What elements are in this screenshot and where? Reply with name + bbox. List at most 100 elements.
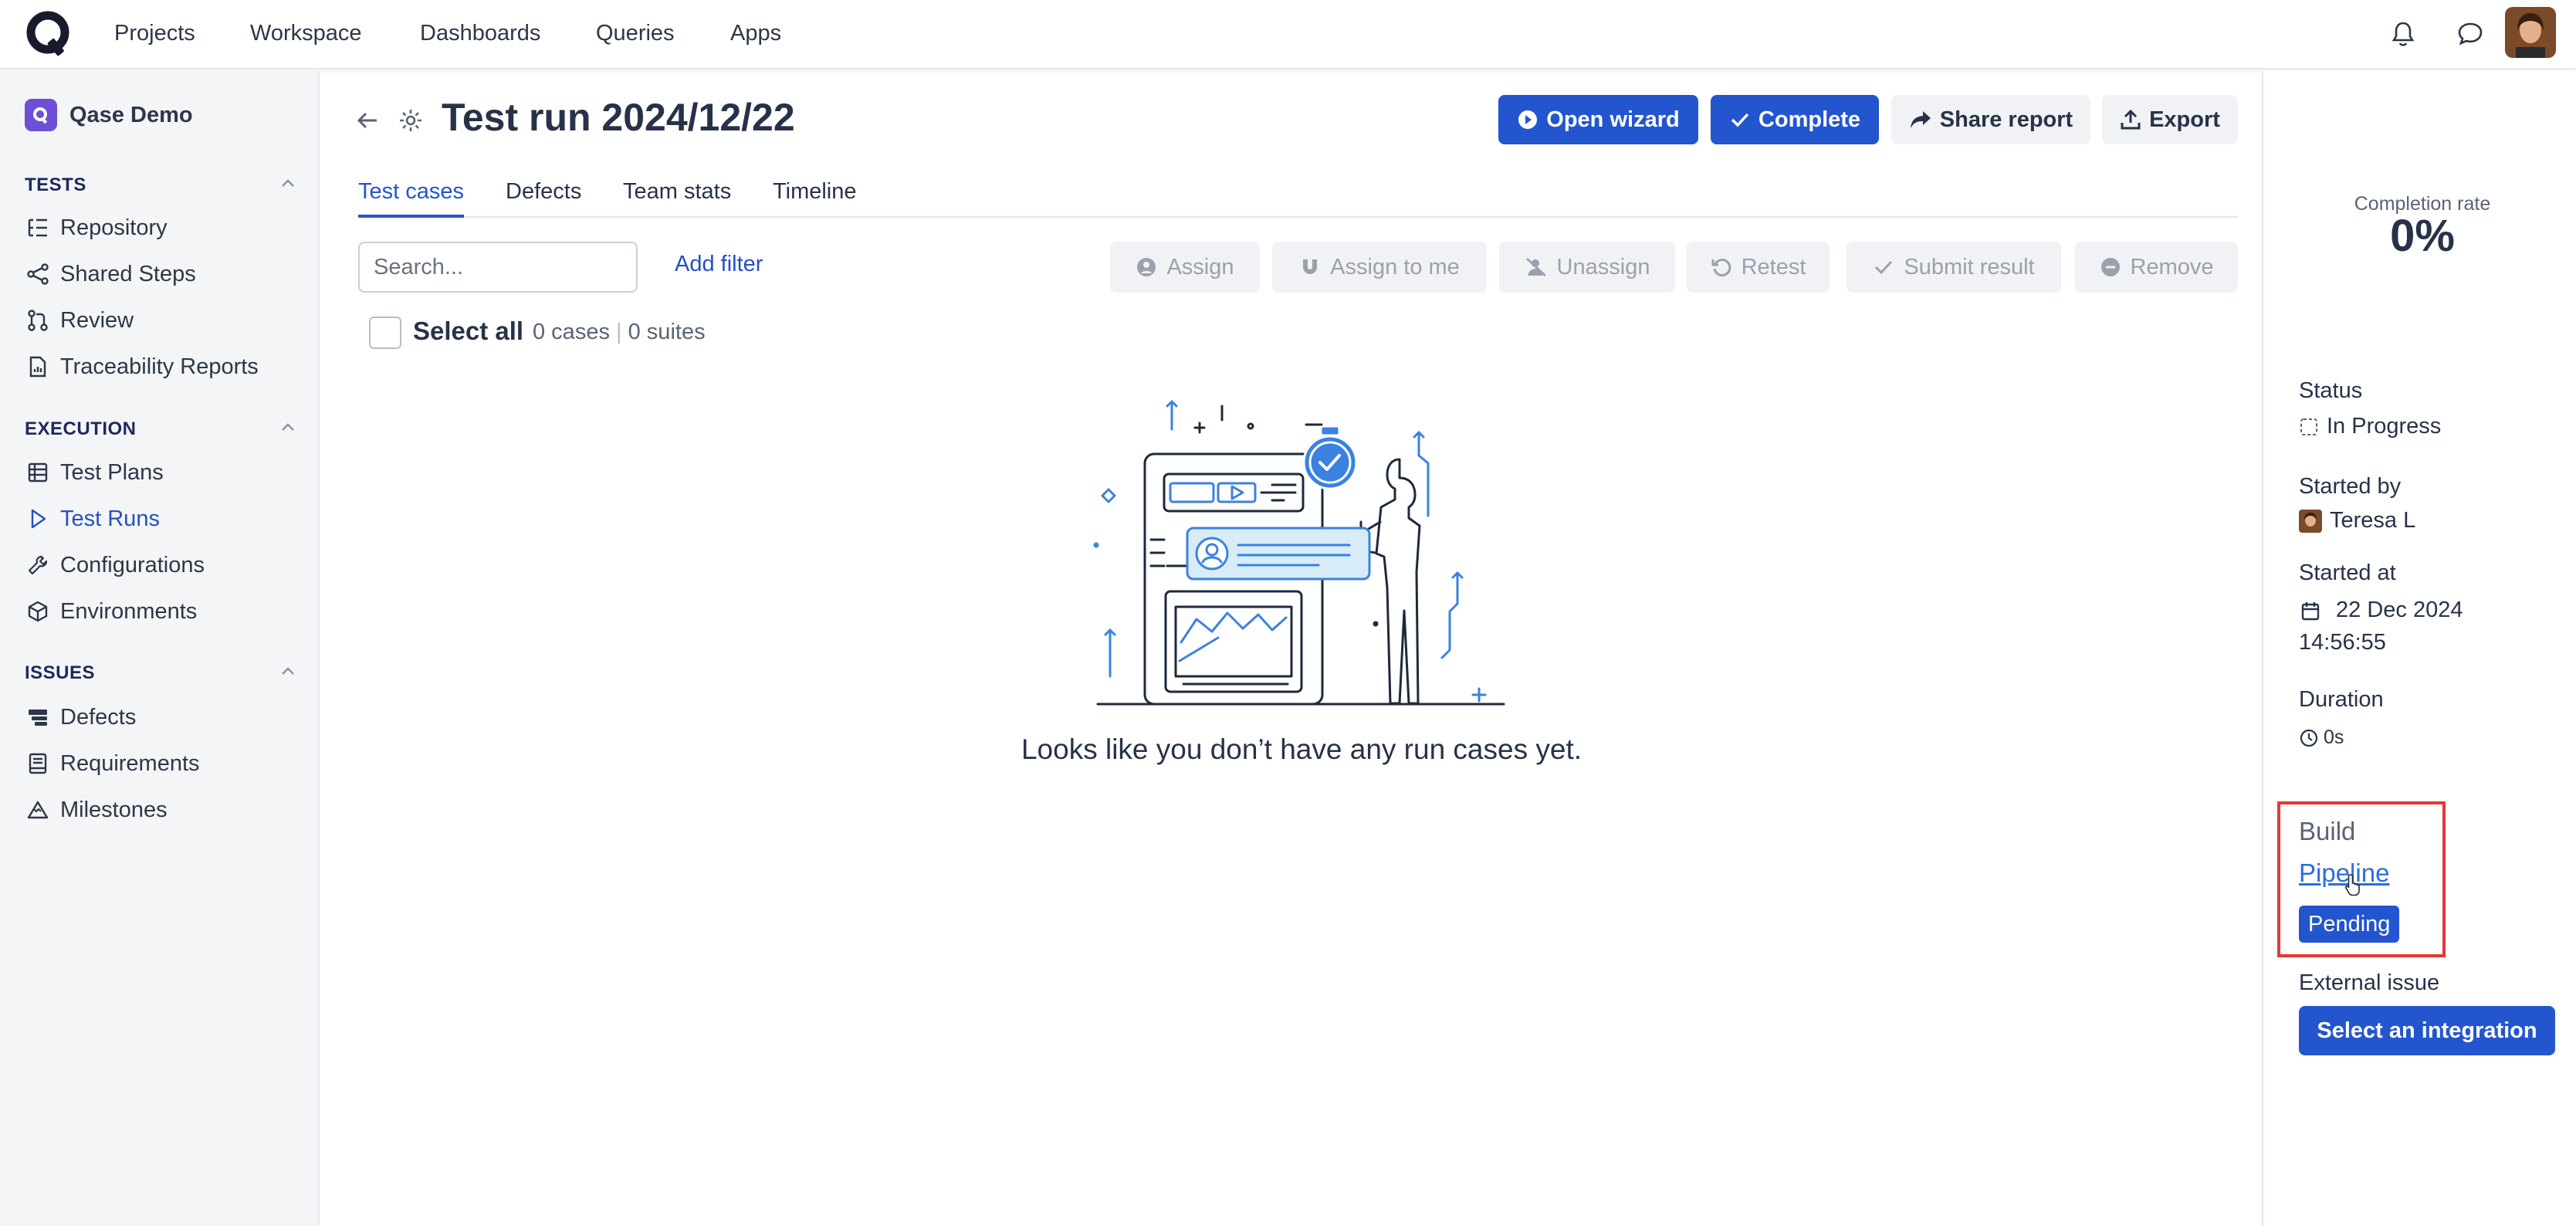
bug-stack-icon — [25, 704, 51, 730]
open-wizard-label: Open wizard — [1546, 107, 1680, 132]
sidebar-item-repository[interactable]: Repository — [25, 211, 168, 245]
share-nodes-icon — [25, 261, 51, 287]
book-icon — [25, 750, 51, 777]
assign-to-me-button[interactable]: Assign to me — [1272, 242, 1487, 293]
nav-queries[interactable]: Queries — [596, 19, 675, 48]
retest-label: Retest — [1741, 254, 1806, 279]
build-status-badge: Pending — [2299, 906, 2400, 943]
project-icon — [25, 99, 57, 131]
duration-label: Duration — [2299, 687, 2384, 712]
table-list-icon — [25, 459, 51, 486]
started-by-value[interactable]: Teresa L — [2299, 508, 2415, 533]
sidebar-item-review[interactable]: Review — [25, 303, 134, 337]
chevron-up-icon[interactable] — [278, 174, 298, 194]
project-switcher[interactable]: Qase Demo — [25, 99, 193, 131]
open-wizard-button[interactable]: Open wizard — [1498, 95, 1698, 144]
assign-to-me-label: Assign to me — [1330, 254, 1460, 279]
sidebar-item-milestones[interactable]: Milestones — [25, 793, 168, 827]
search-input[interactable] — [358, 242, 638, 293]
complete-button[interactable]: Complete — [1711, 95, 1879, 144]
chevron-up-icon[interactable] — [278, 662, 298, 682]
cube-icon — [25, 598, 51, 625]
section-tests-title: TESTS — [25, 174, 86, 195]
tab-test-cases[interactable]: Test cases — [358, 176, 464, 218]
status-value: In Progress — [2299, 414, 2441, 439]
sidebar-item-label: Defects — [60, 704, 137, 730]
sidebar-item-test-runs[interactable]: Test Runs — [25, 502, 160, 536]
avatar[interactable] — [2505, 7, 2556, 58]
status-text: In Progress — [2327, 414, 2442, 439]
git-pull-request-icon — [25, 307, 51, 334]
share-report-button[interactable]: Share report — [1891, 95, 2090, 144]
chat-icon[interactable] — [2453, 17, 2487, 51]
magnet-icon — [1303, 259, 1318, 274]
check-icon — [1875, 260, 1893, 275]
sidebar-item-defects[interactable]: Defects — [25, 700, 136, 734]
started-at-date: 22 Dec 2024 — [2299, 598, 2463, 623]
remove-label: Remove — [2130, 254, 2214, 279]
top-navigation: Projects Workspace Dashboards Queries Ap… — [0, 0, 2576, 69]
submit-result-label: Submit result — [1904, 254, 2035, 279]
tab-team-stats[interactable]: Team stats — [623, 176, 731, 218]
sidebar-item-requirements[interactable]: Requirements — [25, 747, 200, 781]
submit-result-button[interactable]: Submit result — [1847, 242, 2061, 293]
select-all-checkbox[interactable] — [369, 317, 401, 349]
sidebar-item-label: Test Plans — [60, 459, 164, 485]
back-arrow-icon[interactable] — [354, 107, 381, 134]
hand-pointer-icon — [2344, 874, 2360, 896]
select-integration-button[interactable]: Select an integration — [2299, 1006, 2555, 1055]
nav-dashboards[interactable]: Dashboards — [420, 19, 540, 48]
remove-button[interactable]: Remove — [2075, 242, 2238, 293]
assign-label: Assign — [1166, 254, 1234, 279]
dashed-square-icon — [2300, 418, 2317, 435]
user-circle-icon — [1137, 258, 1156, 276]
status-label: Status — [2299, 378, 2363, 403]
sidebar-item-label: Traceability Reports — [60, 354, 259, 379]
export-button[interactable]: Export — [2102, 95, 2238, 144]
tab-bar: Test cases Defects Team stats Timeline — [358, 176, 2239, 218]
sidebar-item-environments[interactable]: Environments — [25, 594, 197, 628]
sidebar-item-label: Shared Steps — [60, 261, 196, 286]
upload-icon — [2121, 109, 2141, 130]
sidebar-item-test-plans[interactable]: Test Plans — [25, 456, 164, 489]
calendar-icon — [2301, 601, 2320, 620]
empty-state-illustration — [1093, 400, 1505, 706]
select-all-label[interactable]: Select all — [413, 317, 523, 346]
sidebar-item-label: Configurations — [60, 552, 205, 577]
sidebar-item-configurations[interactable]: Configurations — [25, 548, 205, 582]
retest-button[interactable]: Retest — [1687, 242, 1830, 293]
avatar — [2299, 509, 2322, 533]
section-execution-title: EXECUTION — [25, 418, 137, 439]
selection-counts: 0 cases | 0 suites — [533, 320, 706, 345]
nav-apps[interactable]: Apps — [730, 19, 781, 48]
cases-count: 0 cases — [533, 320, 610, 344]
bell-icon[interactable] — [2386, 17, 2420, 51]
started-at-label: Started at — [2299, 561, 2396, 585]
share-report-label: Share report — [1939, 107, 2073, 132]
export-label: Export — [2149, 107, 2220, 132]
unassign-button[interactable]: Unassign — [1499, 242, 1675, 293]
count-separator: | — [616, 320, 622, 344]
nav-projects[interactable]: Projects — [114, 19, 195, 48]
completion-rate-value: 0% — [2390, 211, 2455, 261]
assign-button[interactable]: Assign — [1110, 242, 1260, 293]
empty-state-message: Looks like you don’t have any run cases … — [1021, 733, 1582, 765]
tab-timeline[interactable]: Timeline — [773, 176, 857, 218]
unassign-label: Unassign — [1556, 254, 1650, 279]
build-label: Build — [2299, 817, 2356, 845]
nav-workspace[interactable]: Workspace — [250, 19, 362, 48]
list-tree-icon — [25, 215, 51, 241]
sidebar-item-label: Environments — [60, 598, 198, 624]
duration-text: 0s — [2324, 726, 2344, 748]
sidebar-item-label: Review — [60, 307, 134, 333]
tab-defects[interactable]: Defects — [506, 176, 581, 218]
suites-count: 0 suites — [628, 320, 706, 344]
add-filter-link[interactable]: Add filter — [675, 252, 763, 277]
sidebar-item-label: Requirements — [60, 750, 200, 776]
play-circle-icon — [1518, 110, 1538, 129]
gear-icon[interactable] — [397, 107, 425, 134]
sidebar-item-shared-steps[interactable]: Shared Steps — [25, 257, 196, 291]
sidebar-item-traceability-reports[interactable]: Traceability Reports — [25, 350, 259, 384]
qase-logo-icon[interactable] — [25, 9, 74, 59]
chevron-up-icon[interactable] — [278, 418, 298, 438]
